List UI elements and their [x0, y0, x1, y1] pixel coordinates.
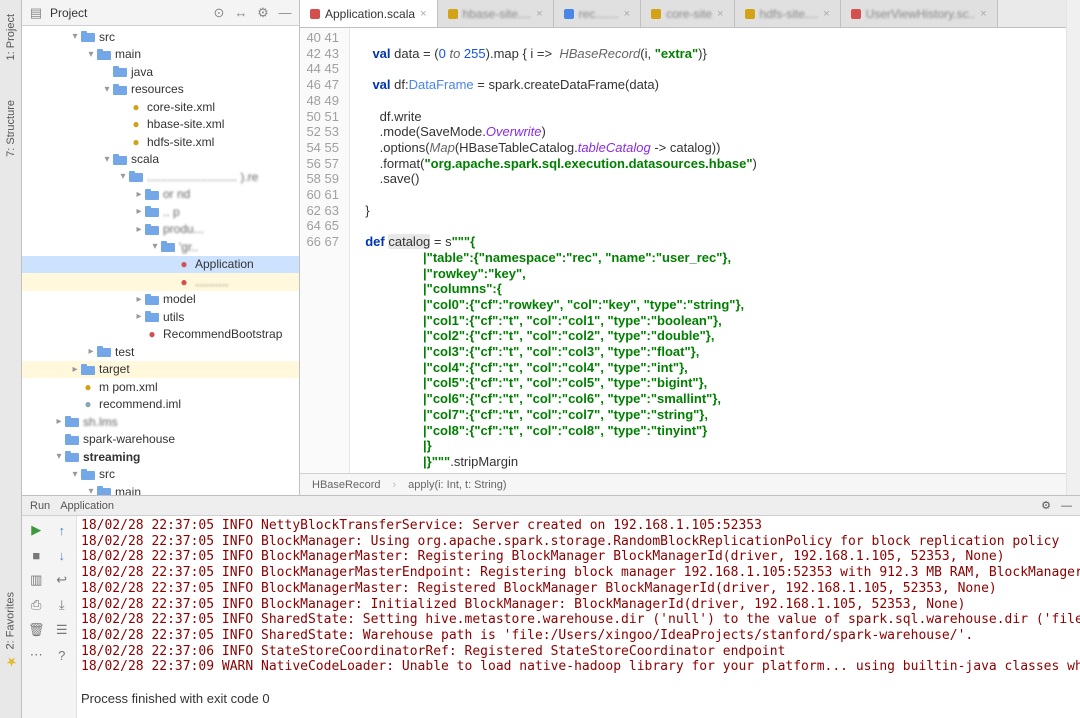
- project-pane-header: ▤ Project ⊙ ↔ ⚙ —: [22, 0, 299, 26]
- pin-button[interactable]: ⎙: [24, 593, 49, 617]
- tree-row[interactable]: ●RecommendBootstrap: [22, 326, 299, 344]
- console-output[interactable]: 18/02/28 22:37:05 INFO NettyBlockTransfe…: [77, 516, 1080, 718]
- run-header: Run Application ⚙ —: [22, 496, 1080, 516]
- project-tool-tab[interactable]: 1: Project: [5, 14, 17, 60]
- hide-icon[interactable]: —: [1061, 500, 1072, 512]
- help-button[interactable]: ?: [50, 643, 75, 667]
- editor-tab[interactable]: core-site×: [641, 0, 734, 27]
- project-tree[interactable]: ▾src▾mainjava▾resources●core-site.xml●hb…: [22, 26, 299, 495]
- editor-tab[interactable]: rec.......×: [554, 0, 641, 27]
- tree-row[interactable]: ●hdfs-site.xml: [22, 133, 299, 151]
- tree-row[interactable]: ●core-site.xml: [22, 98, 299, 116]
- run-toolbar: ▶ ↑ ■ ↓ ▥ ↩ ⎙ ⤓ 🗑 ☰ ⋯ ?: [22, 516, 77, 718]
- project-icon: ▤: [28, 5, 44, 21]
- tree-row[interactable]: ▾resources: [22, 81, 299, 99]
- tree-row[interactable]: java: [22, 63, 299, 81]
- clear-button[interactable]: 🗑: [24, 618, 49, 642]
- project-pane-title: Project: [50, 6, 87, 20]
- breadcrumb-method[interactable]: apply(i: Int, t: String): [408, 479, 506, 491]
- chevron-right-icon: ›: [392, 479, 396, 491]
- tree-row[interactable]: ▸sh.lms: [22, 413, 299, 431]
- stop-button[interactable]: ■: [24, 543, 49, 567]
- tree-row[interactable]: ●Application: [22, 256, 299, 274]
- close-icon[interactable]: ×: [823, 8, 829, 20]
- breadcrumb-bar: HBaseRecord › apply(i: Int, t: String): [300, 473, 1080, 495]
- close-icon[interactable]: ×: [717, 8, 723, 20]
- run-tab-label[interactable]: Run: [30, 500, 50, 512]
- filter-button[interactable]: ☰: [50, 618, 75, 642]
- tree-row[interactable]: ●recommend.iml: [22, 396, 299, 414]
- editor-scrollbar[interactable]: [1066, 0, 1080, 495]
- line-gutter: 40 41 42 43 44 45 46 47 48 49 50 51 52 5…: [300, 28, 350, 473]
- tree-row[interactable]: ▾src: [22, 466, 299, 484]
- project-pane: ▤ Project ⊙ ↔ ⚙ — ▾src▾mainjava▾resource…: [22, 0, 300, 495]
- run-tool-window: Run Application ⚙ — ▶ ↑ ■ ↓ ▥ ↩ ⎙ ⤓ 🗑 ☰ …: [22, 495, 1080, 718]
- editor-tab[interactable]: hdfs-site....×: [735, 0, 841, 27]
- tree-row[interactable]: spark-warehouse: [22, 431, 299, 449]
- editor-tab[interactable]: Application.scala×: [300, 0, 438, 27]
- rerun-button[interactable]: ▶: [24, 518, 49, 542]
- layout-button[interactable]: ▥: [24, 568, 49, 592]
- up-button[interactable]: ↑: [50, 518, 75, 542]
- collapse-icon[interactable]: ↔: [233, 5, 249, 21]
- wrap-button[interactable]: ↩: [50, 568, 75, 592]
- tree-row[interactable]: ▾streaming: [22, 448, 299, 466]
- editor-tab[interactable]: UserViewHistory.sc..×: [841, 0, 998, 27]
- tree-row[interactable]: ▸or nd: [22, 186, 299, 204]
- editor-area: Application.scala×hbase-site....×rec....…: [300, 0, 1080, 495]
- tree-row[interactable]: ▸target: [22, 361, 299, 379]
- hide-icon[interactable]: —: [277, 5, 293, 21]
- left-tool-rail: 1: Project 7: Structure ★2: Favorites: [0, 0, 22, 718]
- close-icon[interactable]: ×: [536, 8, 542, 20]
- down-button[interactable]: ↓: [50, 543, 75, 567]
- close-icon[interactable]: ×: [624, 8, 630, 20]
- code-content[interactable]: val data = (0 to 255).map { i => HBaseRe…: [350, 28, 1080, 473]
- editor-tab[interactable]: hbase-site....×: [438, 0, 554, 27]
- tree-row[interactable]: ▸.. p: [22, 203, 299, 221]
- gear-icon[interactable]: ⚙: [1041, 499, 1051, 512]
- tree-row[interactable]: ▾........................... ).re: [22, 168, 299, 186]
- tree-row[interactable]: ▸utils: [22, 308, 299, 326]
- tree-row[interactable]: ▾'gr..: [22, 238, 299, 256]
- tree-row[interactable]: ●..........: [22, 273, 299, 291]
- tree-row[interactable]: ▾scala: [22, 151, 299, 169]
- structure-tool-tab[interactable]: 7: Structure: [5, 100, 17, 157]
- editor-tab-bar: Application.scala×hbase-site....×rec....…: [300, 0, 1080, 28]
- favorites-tool-tab[interactable]: ★2: Favorites: [3, 592, 18, 668]
- close-icon[interactable]: ×: [420, 8, 426, 20]
- breadcrumb-class[interactable]: HBaseRecord: [312, 479, 380, 491]
- close-icon[interactable]: ×: [980, 8, 986, 20]
- code-editor[interactable]: 40 41 42 43 44 45 46 47 48 49 50 51 52 5…: [300, 28, 1080, 473]
- run-config-name[interactable]: Application: [60, 500, 114, 512]
- tree-row[interactable]: ▸test: [22, 343, 299, 361]
- locate-icon[interactable]: ⊙: [211, 5, 227, 21]
- tree-row[interactable]: ▾main: [22, 483, 299, 495]
- scroll-button[interactable]: ⤓: [50, 593, 75, 617]
- tree-row[interactable]: ▸model: [22, 291, 299, 309]
- tree-row[interactable]: ▾main: [22, 46, 299, 64]
- tree-row[interactable]: ●hbase-site.xml: [22, 116, 299, 134]
- gear-icon[interactable]: ⚙: [255, 5, 271, 21]
- settings-button[interactable]: ⋯: [24, 643, 49, 667]
- tree-row[interactable]: ▸produ...: [22, 221, 299, 239]
- tree-row[interactable]: ●m pom.xml: [22, 378, 299, 396]
- tree-row[interactable]: ▾src: [22, 28, 299, 46]
